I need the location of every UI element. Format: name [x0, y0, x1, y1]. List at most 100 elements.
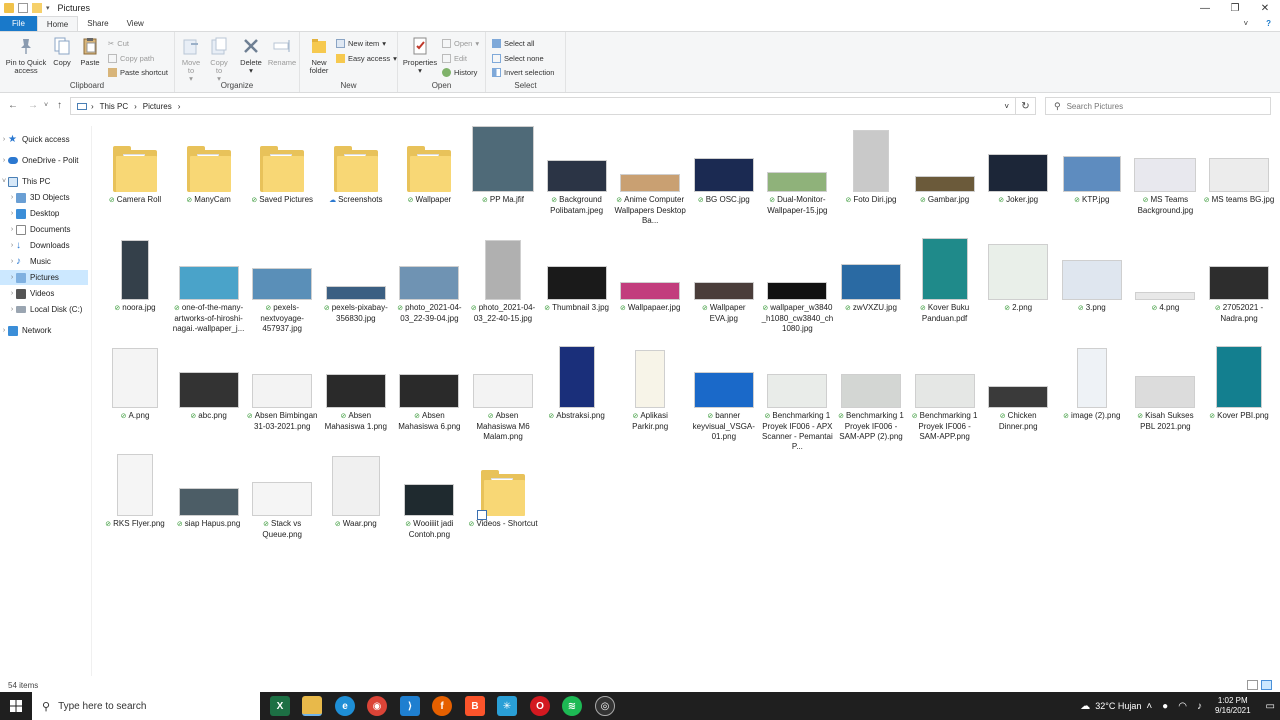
file-item[interactable]: ⊘ Benchmarking 1 Proyek IF006 - SAM-APP.p… — [910, 342, 980, 442]
copy-to-button[interactable]: Copy to ▾ — [207, 36, 231, 83]
chevron-right-icon[interactable]: › — [8, 290, 16, 297]
file-item[interactable]: ⊘ PP Ma.jfif — [468, 126, 538, 206]
file-item[interactable]: ⊘ Dual-Monitor-Wallpaper-15.jpg — [762, 126, 832, 216]
volume-icon[interactable]: ♪ — [1197, 701, 1202, 712]
new-folder-button[interactable]: New folder — [304, 36, 334, 75]
recent-locations-chevron-icon[interactable]: ˅ — [44, 102, 48, 109]
file-item[interactable]: ⊘ Kover PBI.png — [1204, 342, 1274, 422]
file-item[interactable]: ⊘ Absen Mahasiswa 6.png — [394, 342, 464, 432]
file-item[interactable]: ⊘ 2.png — [983, 234, 1053, 314]
rename-button[interactable]: Rename — [267, 36, 297, 67]
file-item[interactable]: ⊘ Benchmarking 1 Proyek IF006 - SAM-APP (… — [836, 342, 906, 442]
chevron-right-icon[interactable]: › — [8, 258, 16, 265]
nav-item-pictures[interactable]: › Pictures — [0, 270, 88, 285]
file-item[interactable]: ⊘ wallpaper_w3840_h1080_cw3840_ch1080.jpg — [762, 234, 833, 334]
file-item[interactable]: ⊘ image (2).png — [1057, 342, 1127, 422]
app-icon[interactable]: ✳ — [497, 696, 517, 716]
copy-path-button[interactable]: Copy path — [108, 52, 154, 64]
file-item[interactable]: ⊘ RKS Flyer.png — [100, 450, 170, 530]
search-input[interactable]: ⚲ Search Pictures — [1045, 97, 1271, 115]
edge-icon[interactable]: e — [335, 696, 355, 716]
tab-home[interactable]: Home — [36, 16, 79, 31]
file-item[interactable]: ⊘ Abstraksi.png — [542, 342, 612, 422]
help-icon[interactable]: ? — [1257, 16, 1280, 31]
address-bar[interactable]: › This PC › Pictures › ˅ — [70, 97, 1016, 115]
file-item[interactable]: ⊘ Stack vs Queue.png — [247, 450, 317, 540]
file-item[interactable]: ⊘ Anime Computer Wallpapers Desktop Ba... — [615, 126, 686, 226]
history-button[interactable]: History — [442, 66, 477, 78]
notification-icon[interactable]: ▭ — [1266, 701, 1275, 712]
chevron-right-icon[interactable]: › — [8, 226, 16, 233]
address-dropdown-icon[interactable]: ˅ — [1004, 102, 1009, 111]
file-item[interactable]: ⊘ Videos - Shortcut — [468, 450, 538, 530]
excel-icon[interactable]: X — [270, 696, 290, 716]
file-item[interactable]: ⊘ 4.png — [1130, 234, 1200, 314]
opera-icon[interactable]: O — [530, 696, 550, 716]
file-item[interactable]: ⊘ KTP.jpg — [1057, 126, 1127, 206]
cut-button[interactable]: ✂ Cut — [108, 37, 129, 49]
file-item[interactable]: ⊘ Wallpaper — [394, 126, 464, 206]
firefox-icon[interactable]: f — [432, 696, 452, 716]
file-item[interactable]: ⊘ MS teams BG.jpg — [1204, 126, 1274, 206]
details-view-button[interactable] — [1247, 680, 1258, 690]
taskbar-search-input[interactable]: ⚲ Type here to search — [32, 692, 260, 720]
file-item[interactable]: ⊘ 3.png — [1057, 234, 1127, 314]
copy-button[interactable]: Copy — [50, 36, 74, 67]
maximize-button[interactable]: ❐ — [1220, 0, 1250, 16]
chevron-down-icon[interactable]: ▾ — [46, 4, 50, 12]
delete-button[interactable]: Delete ▾ — [239, 36, 263, 75]
start-button[interactable] — [0, 692, 32, 720]
clock[interactable]: 1:02 PM 9/16/2021 — [1215, 696, 1251, 716]
close-button[interactable]: ✕ — [1250, 0, 1280, 16]
large-icons-view-button[interactable] — [1261, 680, 1272, 690]
file-item[interactable]: ⊘ banner keyvisual_VSGA-01.png — [689, 342, 759, 442]
file-item[interactable]: ⊘ Saved Pictures — [247, 126, 317, 206]
file-item[interactable]: ⊘ A.png — [100, 342, 170, 422]
file-item[interactable]: ⊘ pexels-pixabay-356830.jpg — [321, 234, 391, 324]
nav-item-desktop[interactable]: › Desktop — [0, 206, 88, 221]
chevron-right-icon[interactable]: › — [0, 157, 8, 164]
file-item[interactable]: ⊘ Wallpapaer.jpg — [615, 234, 685, 314]
move-to-button[interactable]: Move to ▾ — [179, 36, 203, 83]
file-item[interactable]: ⊘ Background Polibatam.jpeg — [542, 126, 612, 216]
chevron-right-icon[interactable]: › — [8, 242, 16, 249]
network-tray-icon[interactable]: ◠ — [1178, 701, 1187, 712]
file-item[interactable]: ⊘ Aplikasi Parkir.png — [615, 342, 685, 432]
brave-icon[interactable]: B — [465, 696, 485, 716]
nav-item-downloads[interactable]: › ↓ Downloads — [0, 238, 88, 253]
tab-share[interactable]: Share — [78, 16, 117, 31]
back-arrow-icon[interactable]: ← — [8, 100, 18, 111]
file-item[interactable]: ⊘ Absen Mahasiswa 1.png — [321, 342, 391, 432]
file-item[interactable]: ⊘ zwVXZU.jpg — [836, 234, 906, 314]
open-button[interactable]: Open ▾ — [442, 37, 479, 49]
nav-item-local-disk[interactable]: › Local Disk (C:) — [0, 302, 88, 317]
file-item[interactable]: ⊘ Absen Mahasiswa M6 Malam.png — [468, 342, 538, 442]
file-item[interactable]: ⊘ pexels-nextvoyage-457937.jpg — [247, 234, 317, 334]
file-item[interactable]: ⊘ noora.jpg — [100, 234, 170, 314]
up-arrow-icon[interactable]: ↑ — [57, 100, 62, 111]
file-item[interactable]: ⊘ BG OSC.jpg — [689, 126, 759, 206]
nav-item-music[interactable]: › ♪ Music — [0, 254, 88, 269]
nav-item-onedrive[interactable]: › OneDrive - Polit — [0, 153, 88, 168]
chevron-right-icon[interactable]: › — [8, 210, 16, 217]
nav-item-documents[interactable]: › Documents — [0, 222, 88, 237]
file-item[interactable]: ⊘ Wooiiiit jadi Contoh.png — [394, 450, 464, 540]
file-item[interactable]: ⊘ Gambar.jpg — [910, 126, 980, 206]
select-all-button[interactable]: Select all — [492, 37, 534, 49]
file-item[interactable]: ⊘ Joker.jpg — [983, 126, 1053, 206]
weather-text[interactable]: 32°C Hujan — [1095, 701, 1141, 711]
new-folder-qat-icon[interactable] — [32, 3, 42, 13]
cloud-rain-icon[interactable]: ☁ — [1080, 701, 1090, 712]
vscode-icon[interactable]: ⟩ — [400, 696, 420, 716]
new-item-button[interactable]: New item ▾ — [336, 37, 386, 49]
ribbon-collapse-icon[interactable]: ˅ — [1234, 16, 1257, 31]
microphone-icon[interactable]: ● — [1162, 701, 1168, 712]
file-item[interactable]: ⊘ siap Hapus.png — [174, 450, 244, 530]
chevron-up-icon[interactable]: ˄ — [1146, 701, 1152, 712]
nav-item-network[interactable]: › Network — [0, 323, 88, 338]
nav-item-this-pc[interactable]: ˅ This PC — [0, 174, 88, 189]
chevron-right-icon[interactable]: › — [8, 306, 16, 313]
github-desktop-icon[interactable]: ◎ — [595, 696, 615, 716]
forward-arrow-icon[interactable]: → — [28, 100, 38, 111]
file-item[interactable]: ⊘ Kisah Sukses PBL 2021.png — [1130, 342, 1200, 432]
